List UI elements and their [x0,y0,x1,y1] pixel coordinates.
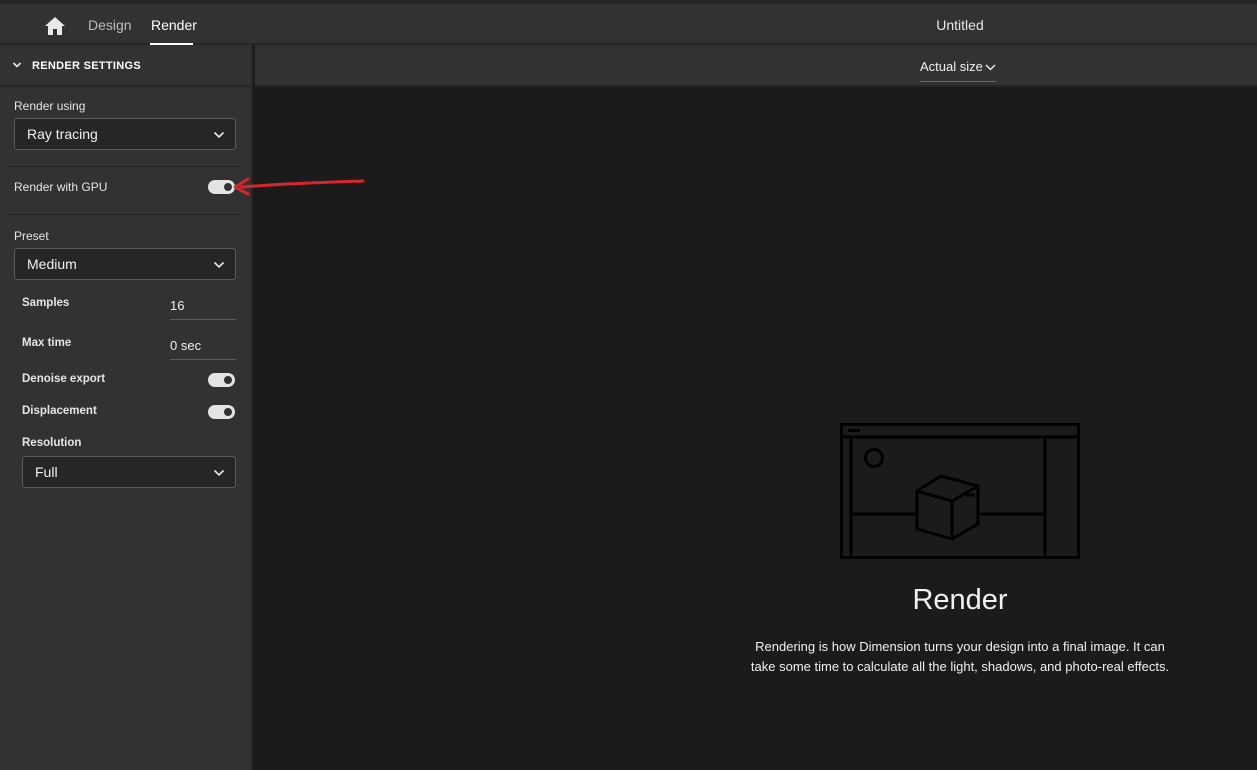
toggle-knob [224,376,232,384]
toggle-knob [224,183,232,191]
render-canvas: Render Rendering is how Dimension turns … [255,87,1257,770]
resolution-value: Full [35,464,58,480]
samples-label: Samples [22,297,70,309]
render-with-gpu-label: Render with GPU [14,180,108,194]
chevron-down-icon [985,64,996,71]
displacement-toggle[interactable] [208,405,235,419]
chevron-down-icon [213,469,225,477]
render-using-dropdown[interactable]: Ray tracing [14,118,236,150]
render-illustration-icon [840,423,1080,559]
view-bar: Actual size [255,45,1257,87]
empty-state-description: Rendering is how Dimension turns your de… [750,637,1170,677]
preset-label: Preset [14,229,49,243]
render-settings-section-header[interactable]: RENDER SETTINGS [0,45,251,87]
render-with-gpu-toggle[interactable] [208,180,235,194]
displacement-label: Displacement [22,405,97,417]
toggle-knob [224,408,232,416]
max-time-value: 0 sec [170,338,202,353]
zoom-value: Actual size [920,59,983,74]
resolution-label: Resolution [22,437,82,449]
zoom-dropdown[interactable]: Actual size [920,57,996,82]
divider [8,166,244,167]
samples-value: 16 [170,298,185,313]
chevron-down-icon [213,131,225,139]
divider [8,214,244,215]
empty-state-description-line: take some time to calculate all the ligh… [750,659,1170,674]
denoise-export-label: Denoise export [22,373,106,385]
tab-render[interactable]: Render [151,17,197,33]
max-time-input[interactable]: 0 sec [170,334,236,360]
samples-input[interactable]: 16 [170,294,236,320]
tab-design[interactable]: Design [88,17,132,33]
render-settings-panel: RENDER SETTINGS Render using Ray tracing… [0,45,253,770]
preset-value: Medium [27,256,77,272]
home-icon [45,17,65,35]
render-using-value: Ray tracing [27,126,98,142]
preset-dropdown[interactable]: Medium [14,248,236,280]
max-time-label: Max time [22,337,72,349]
document-title: Untitled [936,17,984,33]
chevron-down-icon [213,261,225,269]
render-using-label: Render using [14,99,86,113]
top-bar: Design Render Untitled [0,0,1257,45]
empty-state-title: Render [912,584,1008,616]
denoise-export-toggle[interactable] [208,373,235,387]
chevron-down-icon [12,62,22,68]
resolution-dropdown[interactable]: Full [22,456,236,488]
home-button[interactable] [44,16,66,36]
section-title: RENDER SETTINGS [32,60,142,72]
empty-state-description-line: Rendering is how Dimension turns your de… [755,639,1165,654]
